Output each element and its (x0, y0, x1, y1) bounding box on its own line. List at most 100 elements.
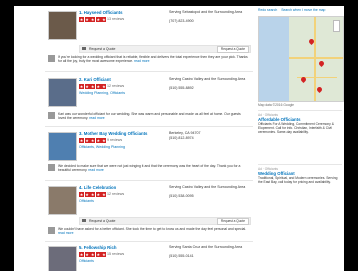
star-icon: ★ (90, 17, 96, 22)
divider (45, 180, 253, 181)
review-count[interactable]: 13 reviews (107, 17, 124, 21)
star-icon: ★ (84, 192, 90, 197)
star-icon: ★ (95, 84, 101, 89)
star-icon: ★ (84, 17, 90, 22)
star-icon: ★ (90, 84, 96, 89)
star-icon: ★ (95, 252, 101, 257)
star-icon: ★ (90, 192, 96, 197)
business-categories[interactable]: Wedding Planning, Officiants (79, 91, 125, 95)
map-pin-icon[interactable] (317, 59, 326, 68)
business-address: Serving Santa Cruz and the Surrounding A… (169, 245, 243, 249)
map-zoom-control[interactable] (333, 20, 340, 32)
request-quote-button[interactable]: Request a Quote (216, 218, 249, 225)
business-name[interactable]: 4. Life Celebration (79, 185, 116, 190)
read-more-link[interactable]: read more (58, 231, 73, 235)
business-address: Serving Sebastopol and the Surrounding A… (169, 10, 243, 14)
review-count[interactable]: 12 reviews (107, 84, 124, 88)
star-icon: ★ (101, 192, 107, 197)
business-address: Serving Castro Valley and the Surroundin… (169, 77, 246, 81)
message-icon (82, 47, 86, 50)
divider (45, 241, 253, 242)
map-road (314, 17, 316, 101)
results-page: 1. Hayseed Officiants ★ ★ ★ ★ ★ 13 reviews S… (14, 6, 344, 271)
star-rating: ★ ★ ★ ★ ★ (79, 84, 107, 89)
divider (45, 126, 253, 127)
request-quote-bar: Request a Quote Request a Quote (79, 45, 251, 53)
star-icon: ★ (79, 252, 84, 257)
star-icon: ★ (101, 252, 107, 257)
business-photo[interactable] (48, 11, 77, 40)
map-pin-icon[interactable] (315, 85, 324, 94)
business-listing: 1. Hayseed Officiants ★ ★ ★ ★ ★ 13 reviews S… (45, 9, 253, 65)
review-snippet: If you're looking for a wedding offician… (48, 55, 248, 63)
business-categories[interactable]: Officiants, Wedding Planning (79, 145, 125, 149)
review-snippet: We couldn't have asked for a better offi… (48, 227, 248, 235)
business-categories[interactable]: Officiants (79, 199, 94, 203)
business-phone: (510) 555-8892 (169, 86, 194, 90)
business-listing: 4. Life Celebration ★ ★ ★ ★ ★ 12 reviews Off… (45, 184, 253, 239)
review-count[interactable]: 15 reviews (107, 252, 124, 256)
business-listing: 3. Mother Bay Wedding Officiants ★ ★ ★ ★ ★ 9… (45, 130, 253, 180)
star-rating: ★ ★ ★ ★ ★ (79, 192, 107, 197)
search-on-move-toggle[interactable]: Search when I move the map (281, 8, 325, 14)
sidebar: Redo search Search when I move the map M… (258, 6, 344, 271)
avatar[interactable] (48, 55, 55, 62)
message-icon (82, 219, 86, 222)
avatar[interactable] (48, 164, 55, 171)
review-count[interactable]: 12 reviews (107, 192, 124, 196)
star-icon: ★ (90, 138, 96, 143)
business-address: Serving Castro Valley and the Surroundin… (169, 185, 246, 189)
read-more-link[interactable]: read more (89, 116, 104, 120)
ad-body: Traditional, Spiritual, and Modern cerem… (258, 176, 338, 185)
business-photo[interactable] (48, 132, 77, 161)
request-quote-label: Request a Quote (89, 46, 116, 51)
business-photo[interactable] (48, 186, 77, 215)
business-name[interactable]: 5. Fellowship Rich (79, 245, 117, 250)
request-quote-bar: Request a Quote Request a Quote (79, 217, 251, 225)
review-count[interactable]: 9 reviews (107, 138, 122, 142)
star-icon: ★ (101, 17, 107, 22)
business-categories[interactable]: Officiants (79, 259, 94, 263)
business-phone: (707) 823-4900 (169, 19, 194, 23)
star-icon: ★ (79, 192, 84, 197)
map-attribution: Map data ©2016 Google (258, 103, 294, 107)
divider (45, 71, 253, 72)
star-rating: ★ ★ ★ ★ ★ (79, 17, 107, 22)
read-more-link[interactable]: read more (88, 168, 103, 172)
star-icon: ★ (101, 138, 107, 143)
request-quote-label: Request a Quote (89, 218, 116, 223)
snippet-text: Kari was our wonderful officiant for our… (58, 112, 241, 121)
results-map[interactable] (258, 16, 344, 102)
map-road (289, 57, 343, 59)
results-list: 1. Hayseed Officiants ★ ★ ★ ★ ★ 13 reviews S… (45, 6, 253, 271)
snippet-text: If you're looking for a wedding offician… (58, 55, 248, 64)
redo-search-link[interactable]: Redo search (258, 8, 277, 14)
business-photo[interactable] (48, 78, 77, 107)
star-rating: ★ ★ ★ ★ ★ (79, 252, 107, 257)
sponsored-ad: Ad · Officiants Wedding Officiant Tradit… (258, 167, 342, 184)
star-icon: ★ (84, 138, 90, 143)
avatar[interactable] (48, 227, 55, 234)
request-quote-button[interactable]: Request a Quote (216, 46, 249, 53)
business-name[interactable]: 1. Hayseed Officiants (79, 10, 122, 15)
star-icon: ★ (101, 84, 107, 89)
business-listing: 2. Kari Officiant ★ ★ ★ ★ ★ 12 reviews Weddi… (45, 76, 253, 126)
read-more-link[interactable]: read more (134, 59, 149, 63)
business-photo[interactable] (48, 246, 77, 271)
business-address: Berkeley, CA 94707 (169, 131, 201, 135)
screenshot-frame: 1. Hayseed Officiants ★ ★ ★ ★ ★ 13 reviews S… (0, 0, 358, 271)
star-icon: ★ (95, 192, 101, 197)
review-snippet: Kari was our wonderful officiant for our… (48, 112, 248, 120)
business-name[interactable]: 2. Kari Officiant (79, 77, 111, 82)
business-phone: (510) 812-8974 (169, 136, 194, 140)
divider (258, 110, 342, 111)
snippet-text: We couldn't have asked for a better offi… (58, 227, 247, 231)
map-controls: Redo search Search when I move the map (258, 8, 342, 14)
star-icon: ★ (84, 252, 90, 257)
star-icon: ★ (90, 252, 96, 257)
snippet-text: We decided to make sure that we were not… (58, 164, 241, 173)
avatar[interactable] (48, 112, 55, 119)
divider (258, 164, 342, 165)
business-name[interactable]: 3. Mother Bay Wedding Officiants (79, 131, 147, 136)
business-listing: 5. Fellowship Rich ★ ★ ★ ★ ★ 15 reviews Offi… (45, 244, 253, 271)
